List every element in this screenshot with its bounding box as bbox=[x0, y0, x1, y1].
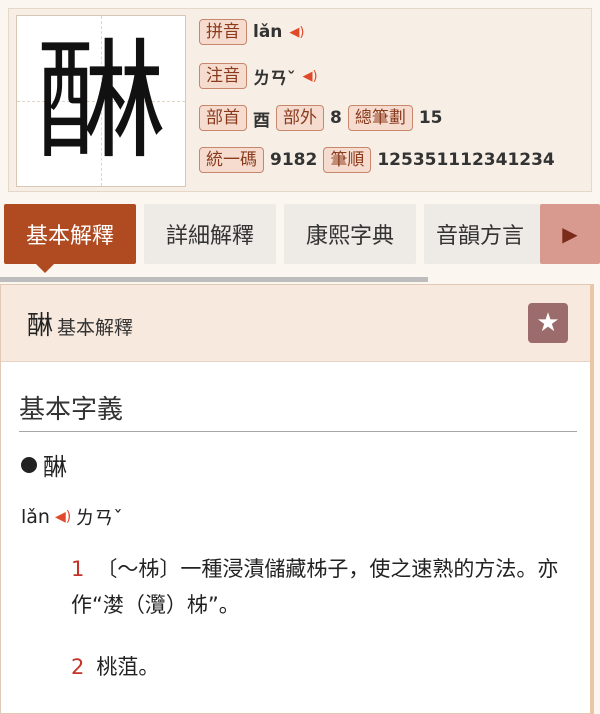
outer-strokes-value: 8 bbox=[330, 108, 342, 128]
divider bbox=[19, 431, 577, 432]
chevron-right-icon[interactable]: ▶ bbox=[540, 204, 600, 264]
tab-detailed[interactable]: 詳細解釋 bbox=[144, 204, 276, 264]
stroke-order-label: 筆順 bbox=[323, 147, 372, 173]
speaker-icon[interactable]: ◀) bbox=[303, 69, 318, 84]
tab-scrollbar[interactable] bbox=[0, 277, 428, 282]
section-title: 基本字義 bbox=[19, 395, 124, 425]
definition-item: 1 〔～柹〕一種浸漬儲藏柹子，使之速熟的方法。亦作“漤（灠）柹”。 bbox=[71, 551, 571, 623]
pinyin-value: lǎn bbox=[253, 22, 283, 42]
total-strokes-value: 15 bbox=[418, 108, 443, 128]
stroke-order-value: 125351112341234 bbox=[377, 150, 555, 170]
pinyin-label: 拼音 bbox=[199, 19, 247, 45]
pron-zhuyin: ㄌㄢˇ bbox=[75, 507, 123, 529]
zhuyin-value: ㄌㄢˇ bbox=[253, 68, 296, 89]
tab-basic[interactable]: 基本解釋 bbox=[4, 204, 136, 273]
entry-char: 醂 bbox=[43, 453, 67, 481]
entry-heading: 醂 bbox=[21, 447, 67, 482]
bullet-icon bbox=[21, 456, 37, 473]
speaker-icon[interactable]: ◀) bbox=[55, 509, 71, 525]
definition-item: 2 桃菹。 bbox=[71, 649, 571, 685]
pinyin-row: 拼音 lǎn ◀) bbox=[199, 19, 304, 45]
pron-pinyin: lǎn bbox=[21, 505, 50, 528]
main-character: 醂 bbox=[35, 25, 166, 177]
zhuyin-row: 注音 ㄌㄢˇ ◀) bbox=[199, 63, 318, 89]
tab-phonology[interactable]: 音韻方言 bbox=[424, 204, 542, 264]
character-display: 醂 bbox=[16, 15, 186, 187]
radical-row: 部首 酉 部外 8 總筆劃 15 bbox=[199, 105, 443, 131]
speaker-icon[interactable]: ◀) bbox=[289, 25, 304, 40]
unicode-label: 統一碼 bbox=[199, 147, 264, 173]
definition-number: 2 bbox=[71, 655, 85, 679]
definition-number: 1 bbox=[71, 557, 85, 581]
total-strokes-label: 總筆劃 bbox=[347, 105, 413, 131]
radical-value: 酉 bbox=[253, 110, 270, 131]
content-panel: 醂 基本解釋 ★ 基本字義 醂 lǎn ◀) ㄌㄢˇ 1 〔～柹〕一種浸漬儲藏柹子… bbox=[0, 284, 594, 714]
pronunciation: lǎn ◀) ㄌㄢˇ bbox=[21, 503, 123, 530]
definition-text: 桃菹。 bbox=[96, 655, 160, 679]
unicode-row: 統一碼 9182 筆順 125351112341234 bbox=[199, 147, 555, 173]
panel-title-char: 醂 bbox=[27, 311, 54, 341]
tab-bar: 基本解釋 詳細解釋 康熙字典 音韻方言 ▶ bbox=[0, 204, 600, 273]
outer-strokes-label: 部外 bbox=[276, 105, 324, 131]
radical-label: 部首 bbox=[199, 105, 247, 131]
zhuyin-label: 注音 bbox=[199, 63, 247, 89]
tab-kangxi[interactable]: 康熙字典 bbox=[284, 204, 416, 264]
panel-title-text: 基本解釋 bbox=[57, 317, 134, 339]
star-icon[interactable]: ★ bbox=[528, 303, 568, 343]
panel-title: 醂 基本解釋 bbox=[27, 305, 133, 342]
character-header: 醂 拼音 lǎn ◀) 注音 ㄌㄢˇ ◀) 部首 酉 部外 8 總筆劃 15 統… bbox=[8, 8, 592, 192]
panel-header: 醂 基本解釋 ★ bbox=[1, 285, 590, 362]
definition-text: 〔～柹〕一種浸漬儲藏柹子，使之速熟的方法。亦作“漤（灠）柹”。 bbox=[71, 557, 559, 617]
unicode-value: 9182 bbox=[270, 150, 318, 170]
